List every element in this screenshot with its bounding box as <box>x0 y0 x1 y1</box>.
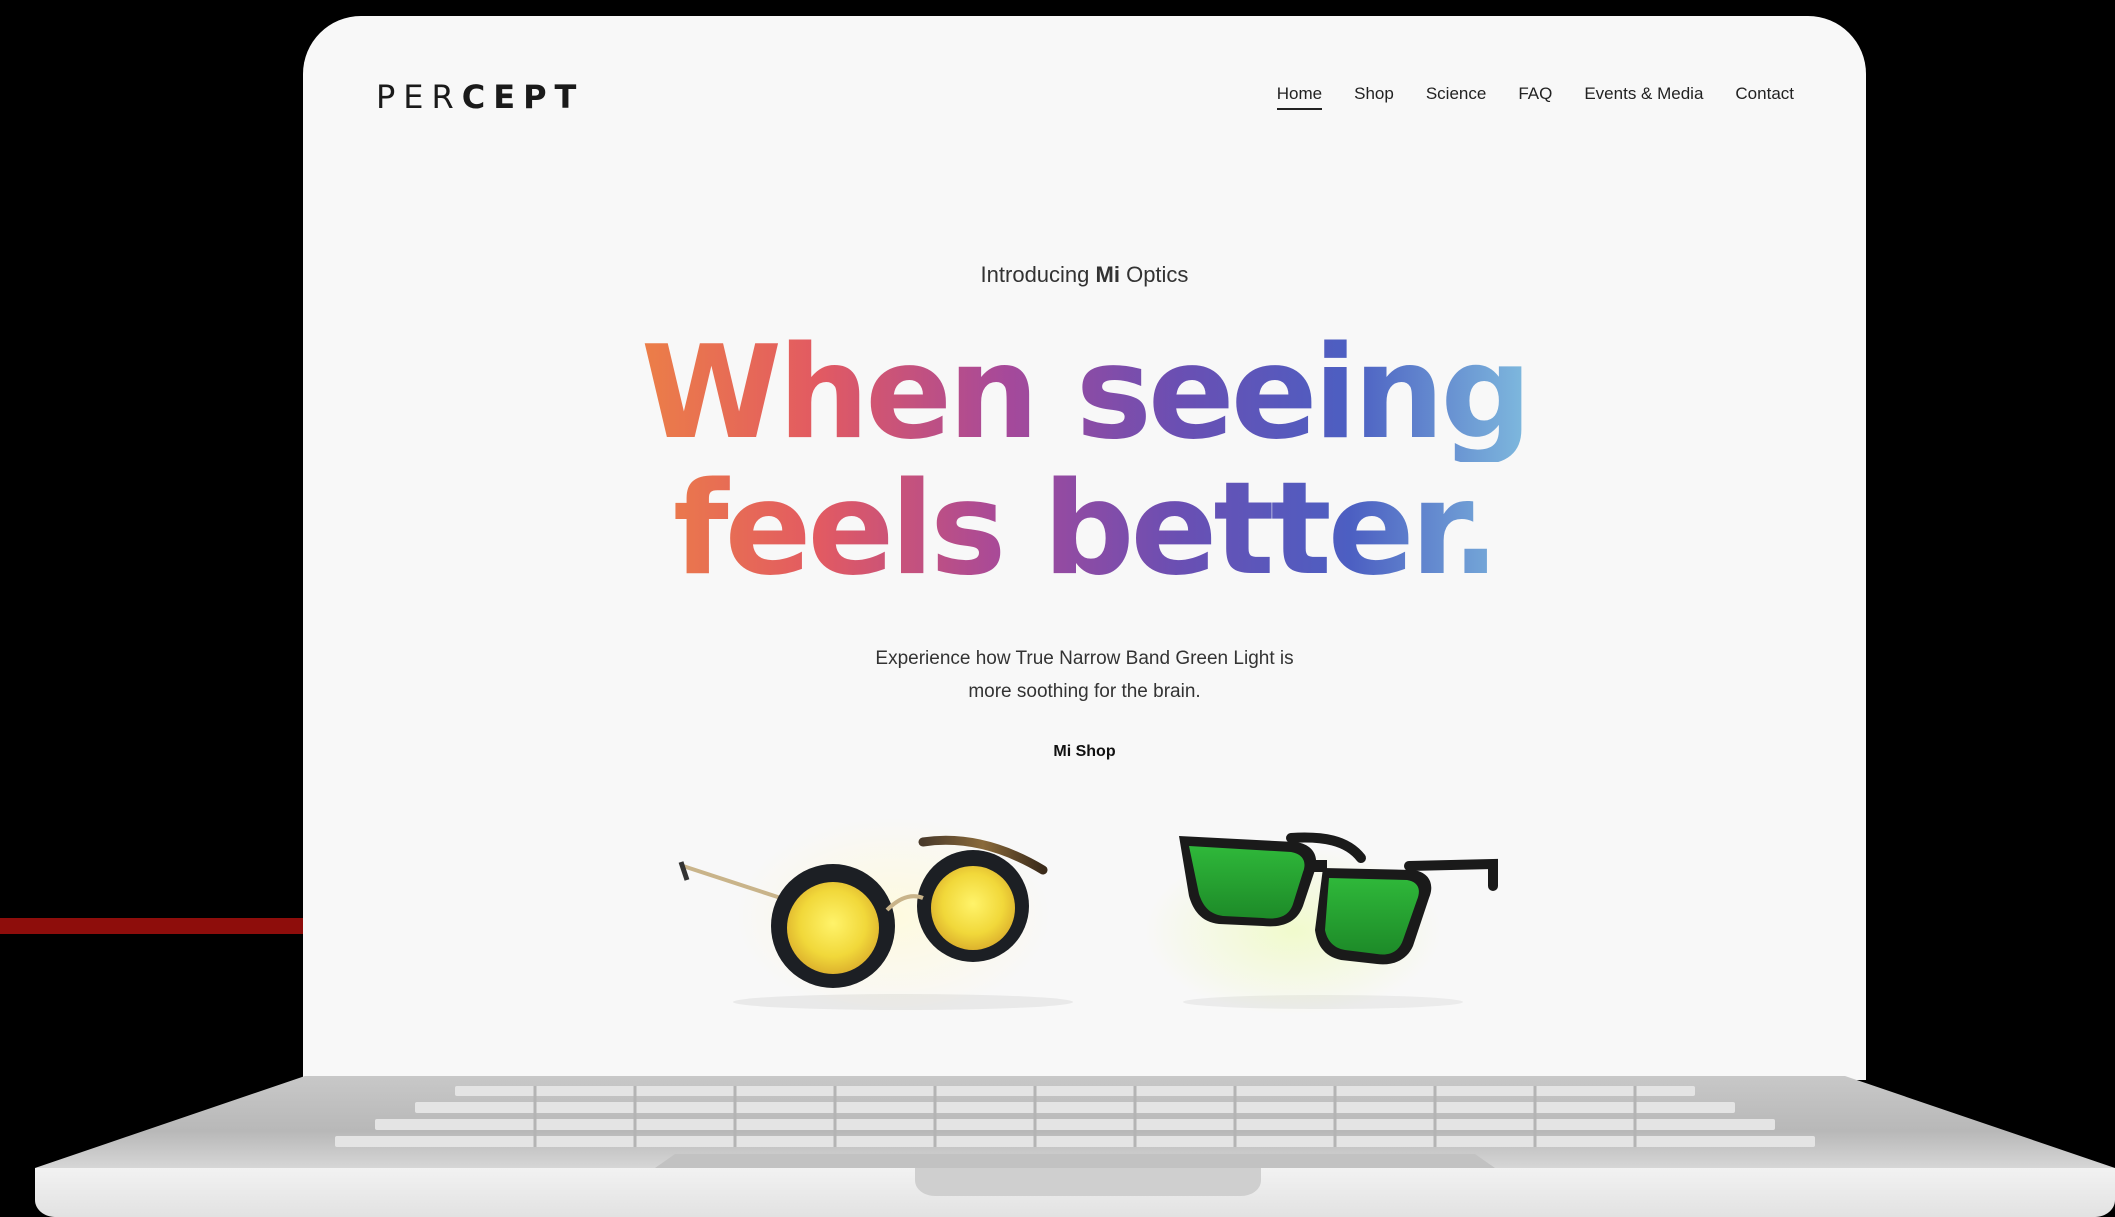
site-logo[interactable]: PER CEPT <box>376 78 584 116</box>
logo-bold-text: CEPT <box>461 78 585 116</box>
subtitle-line-2: more soothing for the brain. <box>968 681 1201 702</box>
nav-faq[interactable]: FAQ <box>1518 84 1552 110</box>
hero-subtitle: Experience how True Narrow Band Green Li… <box>303 642 1866 708</box>
product-green-sunglasses[interactable] <box>1123 806 1543 1016</box>
green-lens-sunglasses-icon <box>1179 832 1498 1009</box>
laptop-keyboard-deck <box>35 1076 2115 1217</box>
headline-line-2: feels better. <box>303 462 1866 598</box>
laptop-base <box>35 1076 2115 1217</box>
nav-contact[interactable]: Contact <box>1735 84 1794 110</box>
nav-shop[interactable]: Shop <box>1354 84 1394 110</box>
mi-shop-link[interactable]: Mi Shop <box>1053 743 1115 760</box>
product-round-glasses[interactable] <box>673 806 1093 1016</box>
nav-home[interactable]: Home <box>1276 84 1323 110</box>
logo-light-text: PER <box>376 78 462 116</box>
hero-headline: When seeing feels better. <box>303 326 1866 598</box>
intro-strong: Mi <box>1095 262 1120 287</box>
laptop-screen: PER CEPT Home Shop Science FAQ Events & M… <box>303 16 1866 1080</box>
main-nav: Home Shop Science FAQ Events & Media Con… <box>1276 84 1794 110</box>
intro-prefix: Introducing <box>980 262 1096 287</box>
hero-intro: Introducing Mi Optics <box>303 262 1866 288</box>
subtitle-line-1: Experience how True Narrow Band Green Li… <box>875 648 1294 669</box>
shop-cta-container: Mi Shop <box>303 743 1866 761</box>
round-yellow-lens-glasses-icon <box>678 835 1073 1010</box>
nav-events-media[interactable]: Events & Media <box>1584 84 1703 110</box>
red-accent-line <box>0 918 304 934</box>
headline-line-1: When seeing <box>303 326 1866 462</box>
intro-suffix: Optics <box>1119 262 1189 287</box>
stage: PER CEPT Home Shop Science FAQ Events & M… <box>0 0 2115 1217</box>
nav-science[interactable]: Science <box>1426 84 1486 110</box>
